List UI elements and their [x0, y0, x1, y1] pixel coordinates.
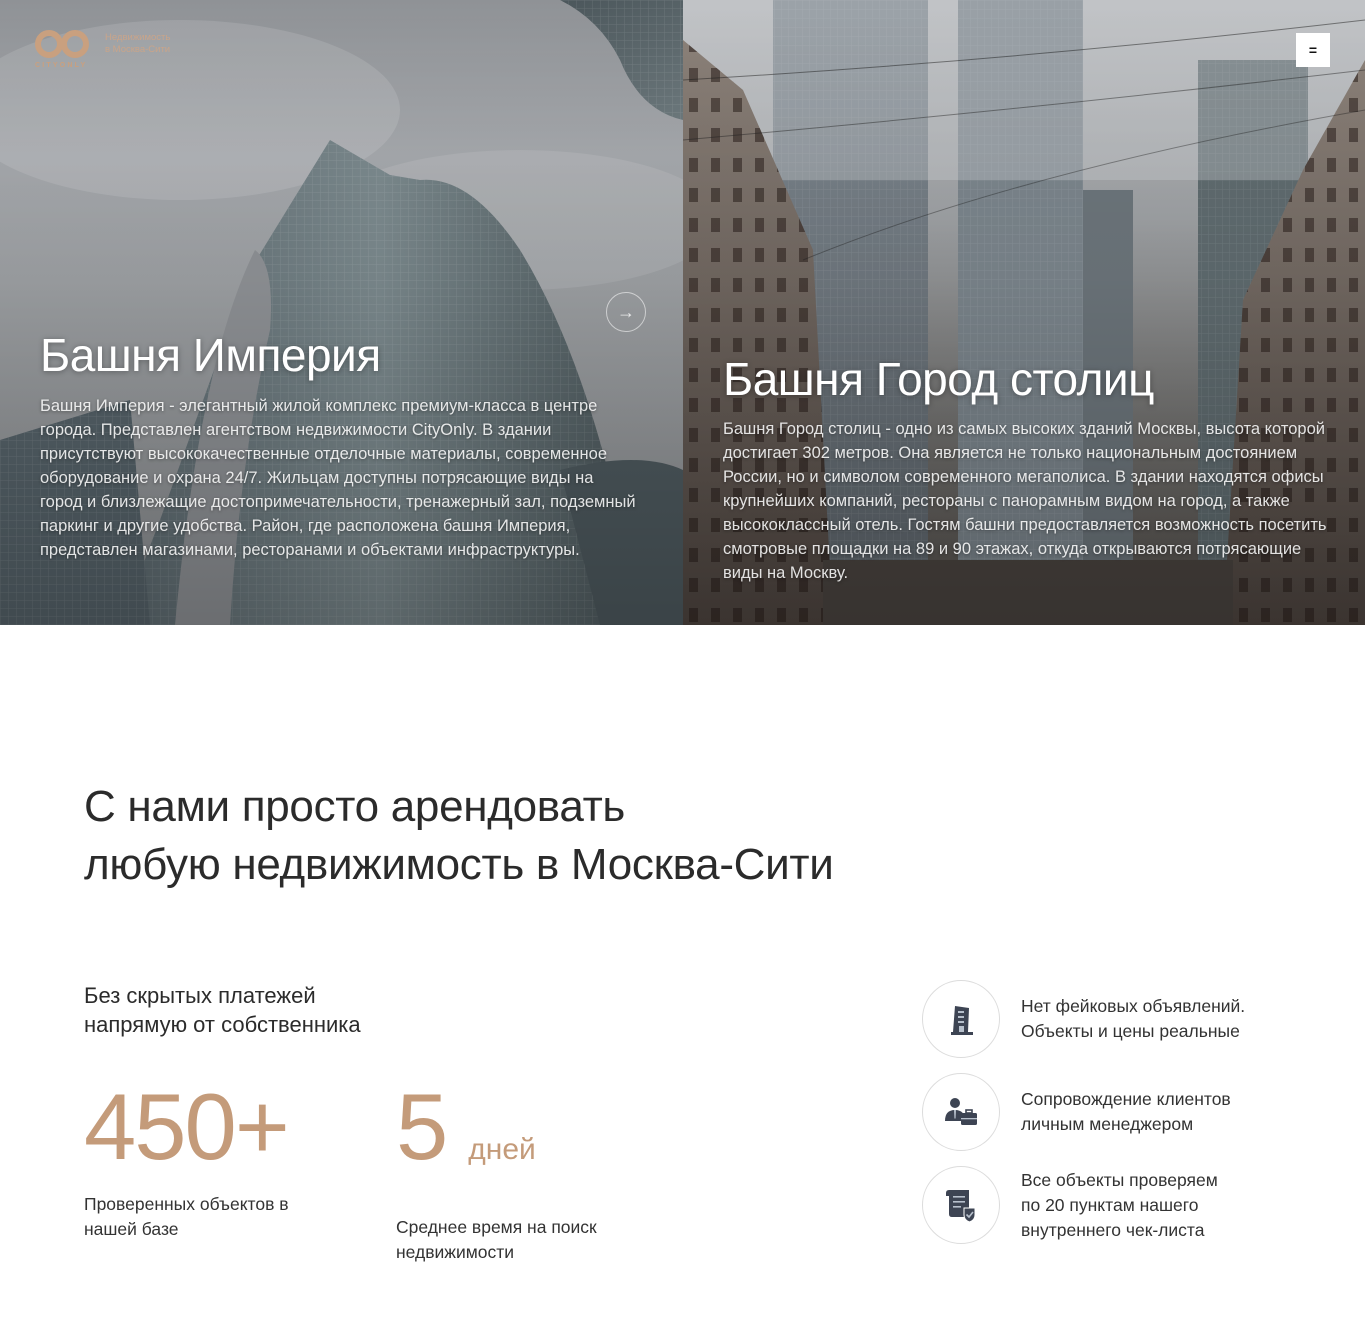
hero-slider: Башня Империя Башня Империя - элегантный…: [0, 0, 1365, 625]
building-icon: [951, 1006, 973, 1035]
feature-text-line: личным менеджером: [1021, 1114, 1194, 1134]
subheading: Без скрытых платежей напрямую от собстве…: [84, 981, 361, 1039]
cityonly-logo-icon: CITYONLY: [34, 30, 94, 70]
stat-number: 5: [396, 1074, 448, 1179]
slide-description: Башня Город столиц - одно из самых высок…: [723, 420, 1327, 582]
feature-icon-circle: [922, 980, 1000, 1058]
stat-label-line: нашей базе: [84, 1219, 179, 1239]
feature-real-listings: Нет фейковых объявлений. Объекты и цены …: [922, 980, 1281, 1058]
menu-button[interactable]: =: [1296, 33, 1330, 67]
feature-text-line: Сопровождение клиентов: [1021, 1089, 1231, 1109]
arrow-right-icon: →: [617, 301, 635, 322]
checklist-scroll-icon: [946, 1190, 976, 1223]
stat-value: 450+: [84, 1080, 344, 1174]
logo-tagline: Недвижимость в Москва-Сити: [105, 32, 170, 56]
subheading-line: Без скрытых платежей: [84, 983, 316, 1008]
logo-tagline-line: в Москва-Сити: [105, 44, 171, 55]
feature-icon-circle: [922, 1166, 1000, 1244]
subheading-line: напрямую от собственника: [84, 1012, 361, 1037]
slide-imperia[interactable]: Башня Империя Башня Империя - элегантный…: [0, 0, 683, 625]
stat-number: 450+: [84, 1074, 290, 1179]
headline-line: С нами просто арендовать: [84, 782, 626, 831]
slide-city-of-capitals[interactable]: Башня Город столиц Башня Город столиц - …: [683, 0, 1365, 625]
stat-value: 5 дней: [396, 1080, 656, 1197]
logo-wordmark: CITYONLY: [35, 62, 88, 69]
stat-label-line: Проверенных объектов в: [84, 1194, 289, 1214]
feature-checklist: Все объекты проверяем по 20 пунктам наше…: [922, 1166, 1281, 1244]
logo[interactable]: CITYONLY Недвижимость в Москва-Сити: [34, 30, 170, 70]
stat-label: Проверенных объектов в нашей базе: [84, 1192, 344, 1242]
feature-text-line: Все объекты проверяем: [1021, 1169, 1218, 1190]
feature-text-line: Нет фейковых объявлений.: [1021, 996, 1246, 1016]
feature-text-line: внутреннего чек-листа: [1021, 1219, 1205, 1240]
feature-text-line: Объекты и цены реальные: [1021, 1021, 1240, 1041]
headline-line: любую недвижимость в Москва-Сити: [84, 840, 834, 889]
slide-title: Башня Империя: [40, 329, 381, 381]
slider-next-button[interactable]: →: [606, 292, 646, 332]
stat-label-line: недвижимости: [396, 1242, 515, 1262]
slide-description: Башня Империя - элегантный жилой комплек…: [40, 397, 636, 559]
feature-text: Нет фейковых объявлений. Объекты и цены …: [1021, 994, 1281, 1044]
feature-icon-circle: [922, 1073, 1000, 1151]
feature-text: Сопровождение клиентов личным менеджером: [1021, 1087, 1281, 1137]
feature-text: Все объекты проверяем по 20 пунктам наше…: [1021, 1168, 1281, 1243]
feature-personal-manager: Сопровождение клиентов личным менеджером: [922, 1073, 1281, 1151]
stat-label: Среднее время на поиск недвижимости: [396, 1215, 656, 1265]
slide-title: Башня Город столиц: [723, 353, 1154, 405]
stat-unit: дней: [468, 1133, 536, 1166]
manager-briefcase-icon: [945, 1098, 977, 1125]
stat-label-line: Среднее время на поиск: [396, 1217, 597, 1237]
stat-search-time: 5 дней Среднее время на поиск недвижимост…: [396, 1080, 656, 1265]
hamburger-menu-icon: =: [1308, 42, 1318, 58]
page-headline: С нами просто арендовать любую недвижимо…: [84, 778, 984, 894]
logo-tagline-line: Недвижимость: [105, 32, 171, 43]
stat-objects: 450+ Проверенных объектов в нашей базе: [84, 1080, 344, 1242]
feature-text-line: по 20 пунктам нашего: [1021, 1194, 1199, 1215]
